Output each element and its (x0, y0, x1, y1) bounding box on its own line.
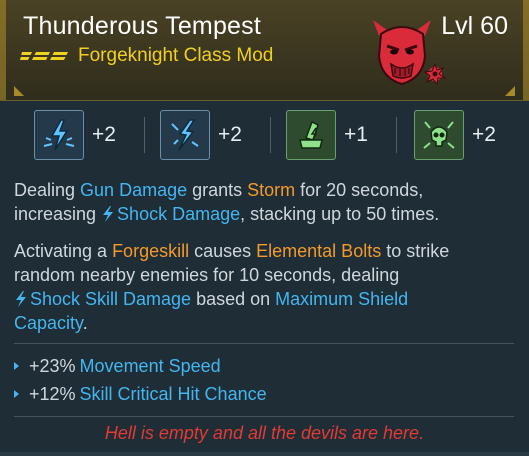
description-text: to strike (381, 241, 450, 261)
forge-hammer-shock-icon (286, 110, 336, 160)
item-subtitle: Forgeknight Class Mod (78, 45, 274, 66)
description-text: Activating a (14, 241, 113, 261)
description-text: based on (191, 289, 276, 309)
skull-shock-icon (414, 110, 464, 160)
skill-bonus-value: +2 (92, 123, 116, 146)
item-subtitle-row: Forgeknight Class Mod (20, 44, 273, 68)
keyword-maximum-shield: Maximum Shield (275, 289, 409, 309)
item-level: Lvl 60 (441, 12, 508, 40)
section-divider (14, 416, 514, 417)
lightning-strike-icon (160, 110, 210, 160)
flavor-text: Hell is empty and all the devils are her… (104, 423, 425, 443)
stat-row-1: +23% Movement Speed (14, 354, 221, 378)
skill-bonus-value: +1 (344, 123, 368, 146)
red-demon-head-icon (373, 20, 447, 86)
keyword-forgeskill: Forgeskill (112, 241, 190, 261)
description-text: grants (187, 180, 248, 200)
description-text: . (82, 313, 88, 333)
skill-bonus-2[interactable]: +2 (160, 109, 242, 161)
description-paragraph-2: Activating a Forgeskill causes Elemental… (14, 239, 514, 335)
keyword-storm: Storm (247, 180, 296, 200)
shock-bolt-icon (103, 206, 114, 222)
skill-bonus-value: +2 (218, 123, 242, 146)
keyword-elemental-bolts: Elemental Bolts (256, 241, 382, 261)
keyword-capacity: Capacity (14, 313, 83, 333)
shock-burst-icon (34, 110, 84, 160)
description-text: causes (189, 241, 257, 261)
skill-bonus-value: +2 (472, 123, 496, 146)
item-title: Thunderous Tempest (23, 12, 261, 40)
keyword-gun-damage: Gun Damage (80, 180, 188, 200)
bullet-arrow-icon (14, 390, 19, 398)
skill-bonus-3[interactable]: +1 (286, 109, 368, 161)
stat-value: +23% (29, 355, 76, 376)
description-text: random nearby enemies for 10 seconds, de… (14, 265, 400, 285)
skill-bonus-row: +2 +2 +1 +2 (16, 109, 513, 161)
skill-divider (144, 117, 145, 153)
shock-bolt-icon (16, 291, 26, 307)
description-text: Dealing (14, 180, 81, 200)
card-bottom-bar (0, 452, 529, 456)
skill-bonus-4[interactable]: +2 (414, 109, 496, 161)
corner-ornament-icon (505, 86, 515, 96)
description-text: , stacking up to 50 times. (240, 204, 440, 224)
section-divider (14, 343, 514, 344)
keyword-shock-damage: Shock Damage (117, 204, 241, 224)
skill-divider (396, 117, 397, 153)
rarity-chevrons-icon (20, 52, 68, 60)
corner-ornament-icon (14, 86, 24, 96)
description-text: increasing (14, 204, 102, 224)
keyword-shock-skill-damage: Shock Skill Damage (30, 289, 192, 309)
description-text: for 20 seconds, (295, 180, 424, 200)
stat-value: +12% (29, 383, 76, 404)
skill-divider (270, 117, 271, 153)
stat-label: Skill Critical Hit Chance (79, 383, 267, 404)
skill-bonus-1[interactable]: +2 (34, 109, 116, 161)
bullet-arrow-icon (14, 362, 19, 370)
item-card: Thunderous Tempest Lvl 60 Forgeknight Cl… (0, 0, 529, 456)
stat-label: Movement Speed (79, 355, 221, 376)
description-paragraph-1: Dealing Gun Damage grants Storm for 20 s… (14, 178, 514, 226)
item-header: Thunderous Tempest Lvl 60 Forgeknight Cl… (0, 0, 529, 101)
stat-row-2: +12% Skill Critical Hit Chance (14, 382, 267, 406)
